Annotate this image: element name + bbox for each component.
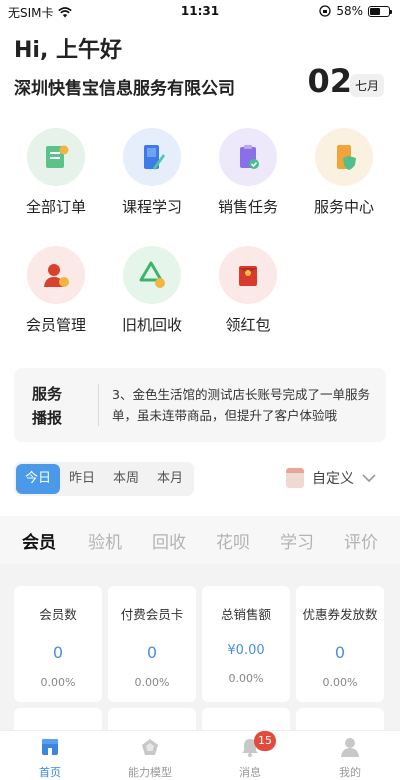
stat-card-members[interactable]: 会员数 0 0.00%: [14, 586, 102, 702]
menu-label: 服务中心: [313, 198, 374, 216]
period-option-week[interactable]: 本周: [104, 464, 148, 494]
stat-value: 0: [146, 643, 158, 662]
stat-card-coupons[interactable]: 优惠券发放数 0 0.00%: [296, 586, 384, 702]
tabbar-profile[interactable]: 我的: [310, 737, 390, 780]
period-selector: 今日 昨日 本周 本月: [14, 462, 194, 496]
divider: [98, 384, 99, 426]
service-center-icon: [315, 128, 373, 186]
orientation-lock-icon: [319, 5, 331, 17]
stat-value: 0: [334, 643, 346, 662]
menu-label: 全部订单: [25, 198, 86, 216]
custom-date-button[interactable]: 自定义: [286, 468, 376, 488]
stat-title: 优惠券发放数: [302, 607, 378, 622]
battery-icon: [368, 5, 392, 17]
stat-value: 0: [52, 643, 64, 662]
menu-label: 旧机回收: [121, 316, 182, 334]
course-icon: [123, 128, 181, 186]
greeting-title: Hi, 上午好: [14, 38, 122, 63]
menu-item-red-packet[interactable]: 领红包: [200, 246, 296, 335]
stat-percent: 0.00%: [322, 676, 358, 689]
stat-card-sales[interactable]: 总销售额 ¥0.00 0.00%: [202, 586, 290, 702]
profile-icon: [341, 738, 359, 757]
recycle-icon: [123, 246, 181, 304]
broadcast-text: 3、金色生活馆的测试店长账号完成了一单服务单，虽未连带商品，但提升了客户体验哦: [112, 387, 370, 423]
ability-model-icon: [142, 739, 158, 755]
status-bar: 无SIM卡 11:31 58%: [0, 0, 400, 24]
menu-item-sales-task[interactable]: 销售任务: [200, 128, 296, 217]
member-icon: [27, 246, 85, 304]
tab-huabei[interactable]: 花呗: [216, 528, 250, 553]
battery-percent: 58%: [336, 4, 363, 18]
stat-title: 付费会员卡: [120, 607, 184, 622]
menu-label: 课程学习: [121, 198, 182, 216]
tab-learning[interactable]: 学习: [280, 528, 314, 553]
status-right: 58%: [319, 4, 392, 18]
tabbar-label: 消息: [239, 766, 261, 779]
period-option-today[interactable]: 今日: [16, 464, 60, 494]
tab-recycle[interactable]: 回收: [152, 528, 186, 553]
tabbar-messages[interactable]: 消息 15: [210, 731, 290, 780]
calendar-icon: [286, 468, 304, 488]
red-packet-icon: [219, 246, 277, 304]
home-icon: [42, 739, 58, 755]
sales-task-icon: [219, 128, 277, 186]
stat-percent: 0.00%: [228, 672, 264, 685]
orders-icon: [27, 128, 85, 186]
stat-card-paid-cards[interactable]: 付费会员卡 0 0.00%: [108, 586, 196, 702]
date-month: 七月: [349, 74, 384, 97]
message-badge: 15: [254, 731, 276, 751]
bottom-tab-bar: 首页 能力模型 消息 15 我的: [0, 730, 400, 780]
tab-review[interactable]: 评价: [344, 528, 378, 553]
menu-item-course[interactable]: 课程学习: [104, 128, 200, 217]
tabbar-label: 首页: [39, 766, 61, 779]
menu-item-orders[interactable]: 全部订单: [8, 128, 104, 217]
chevron-down-icon: [362, 474, 376, 483]
tabbar-label: 我的: [339, 766, 361, 779]
menu-item-service-center[interactable]: 服务中心: [296, 128, 392, 217]
stat-percent: 0.00%: [134, 676, 170, 689]
date-day: 02: [307, 62, 352, 100]
service-broadcast[interactable]: 服务播报 3、金色生活馆的测试店长账号完成了一单服务单，虽未连带商品，但提升了客…: [14, 368, 386, 442]
tabbar-label: 能力模型: [128, 766, 172, 779]
period-option-yesterday[interactable]: 昨日: [60, 464, 104, 494]
company-name: 深圳快售宝信息服务有限公司: [14, 79, 235, 99]
period-option-month[interactable]: 本月: [148, 464, 192, 494]
stat-title: 会员数: [39, 607, 77, 622]
custom-date-label: 自定义: [312, 471, 354, 487]
stat-percent: 0.00%: [40, 676, 76, 689]
broadcast-tag: 服务播报: [32, 385, 63, 427]
menu-label: 领红包: [225, 316, 271, 334]
tab-member[interactable]: 会员: [22, 528, 56, 553]
menu-label: 销售任务: [217, 198, 278, 216]
stat-value: ¥0.00: [227, 643, 265, 658]
category-tabs: 会员 验机 回收 花呗 学习 评价: [0, 516, 400, 564]
menu-item-member[interactable]: 会员管理: [8, 246, 104, 335]
tabbar-ability-model[interactable]: 能力模型: [110, 737, 190, 780]
tabbar-home[interactable]: 首页: [10, 737, 90, 780]
menu-label: 会员管理: [25, 316, 86, 334]
tab-inspection[interactable]: 验机: [88, 528, 122, 553]
stat-title: 总销售额: [220, 607, 271, 622]
menu-item-recycle[interactable]: 旧机回收: [104, 246, 200, 335]
